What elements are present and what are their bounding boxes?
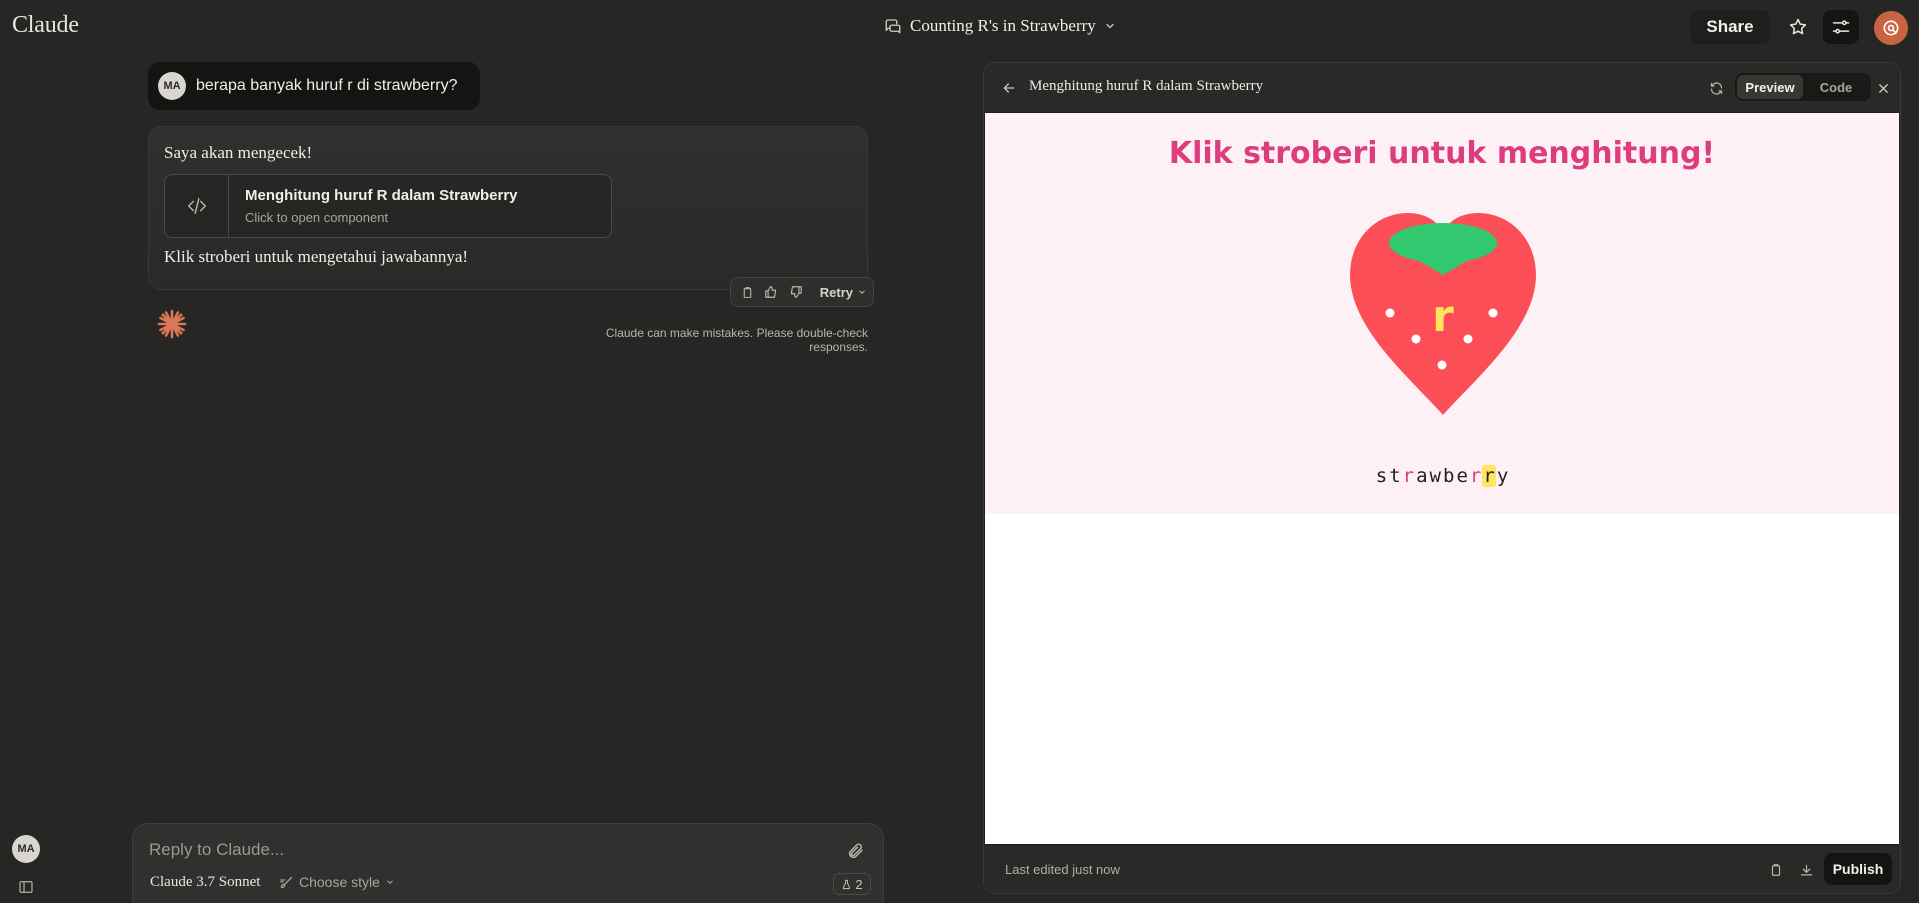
composer: Claude 3.7 Sonnet Choose style 2 xyxy=(132,823,884,903)
strawberry-icon: r xyxy=(1350,213,1536,415)
style-selector[interactable]: Choose style xyxy=(279,874,395,890)
user-message-text: berapa banyak huruf r di strawberry? xyxy=(196,77,458,94)
retry-button[interactable]: Retry xyxy=(820,285,867,300)
brush-icon xyxy=(279,875,294,890)
chevron-down-icon xyxy=(1104,20,1116,32)
research-count-chip[interactable]: 2 xyxy=(833,873,871,895)
copy-button[interactable] xyxy=(737,281,757,303)
strawberry-word: strawberry xyxy=(985,465,1899,487)
app-logo[interactable]: Claude xyxy=(12,12,79,39)
artifact-panel: Menghitung huruf R dalam Strawberry Prev… xyxy=(983,62,1901,894)
sidebar-toggle-button[interactable] xyxy=(16,877,36,897)
share-button[interactable]: Share xyxy=(1690,10,1770,44)
download-icon xyxy=(1799,863,1814,878)
paperclip-icon xyxy=(847,842,865,860)
artifact-panel-title: Menghitung huruf R dalam Strawberry xyxy=(1029,78,1264,94)
star-icon xyxy=(1788,17,1808,37)
account-avatar[interactable]: MA xyxy=(12,835,40,863)
retry-label: Retry xyxy=(819,284,853,300)
chat-bubble-icon xyxy=(884,17,902,35)
refresh-button[interactable] xyxy=(1705,77,1727,99)
close-panel-button[interactable] xyxy=(1872,77,1894,99)
clipboard-icon xyxy=(741,286,754,299)
style-label: Choose style xyxy=(299,874,380,890)
claude-spark-icon xyxy=(156,308,188,340)
word-letter: t xyxy=(1389,465,1401,487)
flask-icon xyxy=(841,879,852,890)
conversation-title: Counting R's in Strawberry xyxy=(910,16,1096,35)
current-letter: r xyxy=(1432,291,1454,342)
sidebar-icon xyxy=(18,879,34,895)
reply-input[interactable] xyxy=(149,838,809,862)
refresh-icon xyxy=(1709,81,1724,96)
artifact-card-title: Menghitung huruf R dalam Strawberry xyxy=(245,187,518,204)
chevron-down-icon xyxy=(857,287,867,297)
clipboard-icon xyxy=(1769,863,1783,877)
search-circle-icon xyxy=(1881,18,1901,38)
profile-button[interactable] xyxy=(1874,11,1908,45)
artifact-preview: Klik stroberi untuk menghitung! r strawb… xyxy=(985,113,1899,844)
thumbs-down-button[interactable] xyxy=(786,281,806,303)
message-actions: Retry xyxy=(730,277,874,307)
arrow-left-icon xyxy=(1001,80,1017,96)
game-area: Klik stroberi untuk menghitung! r strawb… xyxy=(985,113,1899,514)
word-letter: w xyxy=(1429,465,1441,487)
star-button[interactable] xyxy=(1783,10,1813,44)
research-count: 2 xyxy=(855,876,863,892)
assistant-intro-text: Saya akan mengecek! xyxy=(164,143,313,162)
word-letter: b xyxy=(1443,465,1455,487)
strawberry-button[interactable]: r xyxy=(1350,213,1536,419)
sliders-icon xyxy=(1831,17,1851,37)
assistant-message: Saya akan mengecek! Menghitung huruf R d… xyxy=(148,126,868,290)
close-icon xyxy=(1876,81,1891,96)
chevron-down-icon xyxy=(385,877,395,887)
conversation-title-menu[interactable]: Counting R's in Strawberry xyxy=(884,14,1116,38)
word-letter: a xyxy=(1416,465,1428,487)
thumbs-up-icon xyxy=(764,285,778,299)
artifact-card-subtitle: Click to open component xyxy=(245,210,389,225)
attach-button[interactable] xyxy=(845,840,867,862)
download-button[interactable] xyxy=(1796,860,1816,880)
word-letter: y xyxy=(1496,465,1509,487)
artifact-panel-footer: Last edited just now Publish xyxy=(984,845,1900,893)
artifact-panel-header: Menghitung huruf R dalam Strawberry Prev… xyxy=(984,63,1900,112)
artifact-card[interactable]: Menghitung huruf R dalam Strawberry Clic… xyxy=(164,174,612,238)
thumbs-up-button[interactable] xyxy=(761,281,781,303)
user-avatar: MA xyxy=(158,72,186,100)
back-button[interactable] xyxy=(998,77,1020,99)
settings-button[interactable] xyxy=(1823,10,1859,44)
tab-code[interactable]: Code xyxy=(1803,75,1869,99)
game-heading: Klik stroberi untuk menghitung! xyxy=(1168,136,1716,171)
copy-artifact-button[interactable] xyxy=(1766,860,1786,880)
user-message: MA berapa banyak huruf r di strawberry? xyxy=(148,62,480,110)
thumbs-down-icon xyxy=(789,285,803,299)
word-letter: r xyxy=(1402,465,1415,487)
model-selector[interactable]: Claude 3.7 Sonnet xyxy=(150,874,260,891)
assistant-outro-text: Klik stroberi untuk mengetahui jawabanny… xyxy=(164,247,469,266)
tab-preview[interactable]: Preview xyxy=(1737,75,1803,99)
word-letter: s xyxy=(1375,465,1388,487)
disclaimer-text: Claude can make mistakes. Please double-… xyxy=(605,326,868,354)
publish-button[interactable]: Publish xyxy=(1824,853,1892,885)
view-toggle: Preview Code xyxy=(1735,73,1871,101)
word-letter: e xyxy=(1456,465,1468,487)
code-icon xyxy=(165,175,229,237)
last-edited-text: Last edited just now xyxy=(1005,862,1120,877)
word-letter: r xyxy=(1482,465,1496,487)
word-letter: r xyxy=(1469,465,1482,487)
